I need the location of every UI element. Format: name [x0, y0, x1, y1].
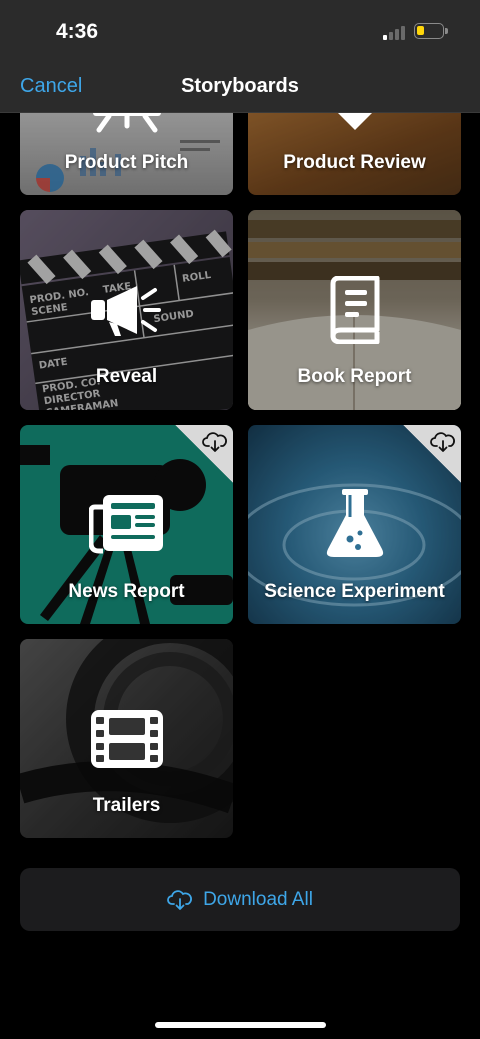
tile-label: News Report	[68, 581, 185, 602]
newspaper-icon	[88, 495, 163, 554]
storyboard-tile-book-report[interactable]: Book Report	[248, 210, 461, 410]
tile-label: Product Review	[283, 152, 426, 173]
navigation-bar: Cancel Storyboards	[0, 64, 480, 113]
tile-label: Book Report	[297, 366, 412, 387]
download-all-label: Download All	[203, 888, 313, 910]
megaphone-icon	[90, 286, 161, 336]
cloud-download-icon	[430, 432, 455, 452]
storyboard-tile-trailers[interactable]: Trailers	[20, 639, 233, 838]
cloud-download-icon	[167, 889, 193, 910]
storyboard-tile-reveal[interactable]: PROD. NO. SCENE TAKE ROLL SOUND DATE PRO…	[20, 210, 233, 410]
page-title: Storyboards	[181, 75, 299, 97]
tile-label: Trailers	[92, 795, 161, 816]
storyboard-tile-news-report[interactable]: News Report	[20, 425, 233, 624]
status-bar: 4:36	[0, 0, 480, 64]
film-icon	[90, 710, 163, 768]
download-all-button[interactable]: Download All	[20, 868, 460, 931]
tile-label: Product Pitch	[64, 152, 189, 173]
cloud-download-icon	[202, 432, 227, 452]
storyboard-tile-science-experiment[interactable]: Science Experiment	[248, 425, 461, 624]
tile-label: Science Experiment	[264, 581, 445, 602]
book-icon	[330, 276, 379, 344]
signal-icon	[383, 24, 407, 40]
flask-icon	[326, 489, 383, 557]
status-time: 4:36	[56, 20, 99, 43]
cloud-download-badge[interactable]	[175, 425, 233, 483]
tile-label: Reveal	[95, 366, 158, 387]
cloud-download-badge[interactable]	[403, 425, 461, 483]
home-indicator[interactable]	[155, 1022, 326, 1028]
battery-icon	[414, 23, 448, 39]
